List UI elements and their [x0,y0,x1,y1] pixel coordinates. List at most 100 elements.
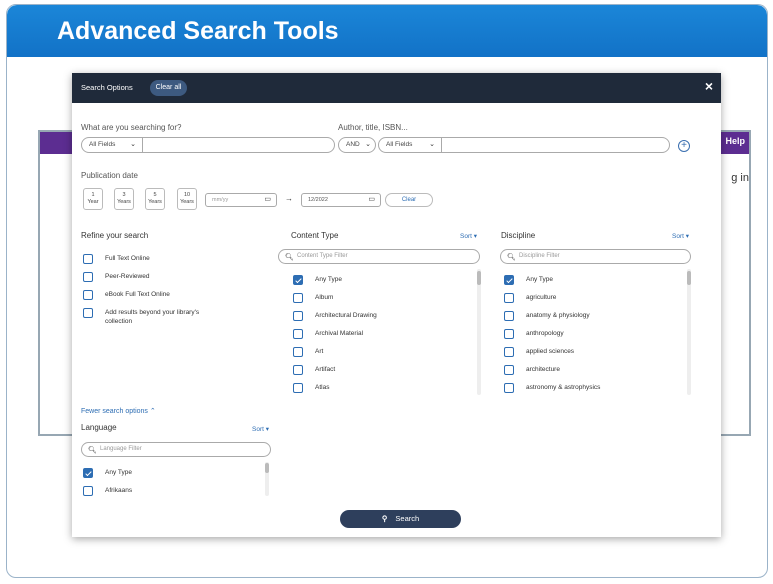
discipline-title: Discipline [501,231,536,240]
refine-item[interactable]: Peer-Reviewed [83,272,253,282]
checkbox[interactable] [504,329,514,339]
content-type-label: Atlas [315,384,330,391]
chevron-down-icon: ⌄ [130,141,136,148]
checkbox[interactable] [83,308,93,318]
search-icon: ⚲ [381,514,388,523]
language-label: Any Type [105,469,132,476]
discipline-filter[interactable]: 🔍︎ Discipline Filter [500,249,691,264]
discipline-item[interactable]: astronomy & astrophysics [504,383,674,393]
content-type-label: Any Type [315,276,342,283]
title-banner: Advanced Search Tools [7,5,767,57]
refine-item[interactable]: eBook Full Text Online [83,290,253,300]
year-button-1[interactable]: 1 Year [83,188,103,210]
date-clear-button[interactable]: Clear [385,193,433,207]
checkbox[interactable] [504,383,514,393]
content-type-item[interactable]: Album [293,293,463,303]
author-input[interactable] [443,138,667,152]
checkbox[interactable] [293,293,303,303]
checkbox[interactable] [83,486,93,496]
clear-all-button[interactable]: Clear all [150,80,187,96]
search-button[interactable]: ⚲ Search [340,510,461,528]
checkbox[interactable] [293,365,303,375]
checkbox[interactable] [504,365,514,375]
year-num: 3 [122,192,126,198]
content-type-item[interactable]: Any Type [293,275,463,285]
author-field-select[interactable]: All Fields ⌄ [379,138,439,152]
language-item[interactable]: Afrikaans [83,486,253,496]
search-icon: 🔍︎ [507,254,516,261]
sort-label: Sort [252,426,264,433]
login-link[interactable]: g in [731,172,749,184]
chevron-down-icon: ⌄ [365,141,371,148]
discipline-label: architecture [526,366,560,373]
discipline-scrollbar[interactable] [687,271,691,285]
checkbox[interactable] [83,272,93,282]
language-filter[interactable]: 🔍︎ Language Filter [81,442,271,457]
checkbox[interactable] [83,290,93,300]
content-type-item[interactable]: Art [293,347,463,357]
help-link[interactable]: Help [725,136,745,146]
checkbox[interactable] [83,254,93,264]
discipline-sort[interactable]: Sort ▾ [672,232,689,240]
discipline-item[interactable]: applied sciences [504,347,674,357]
arrow-right-icon: → [285,194,293,203]
refine-item[interactable]: Add results beyond your library's collec… [83,308,253,328]
search-options-modal: Search Options Clear all × What are you … [72,73,721,537]
year-unit: Year [87,199,99,205]
filter-placeholder: Discipline Filter [519,253,560,259]
operator-value: AND [346,141,360,148]
fewer-search-options-link[interactable]: Fewer search options ⌃ [81,407,156,415]
query-field-select[interactable]: All Fields ⌄ [82,138,140,152]
discipline-item[interactable]: anatomy & physiology [504,311,674,321]
content-type-item[interactable]: Architectural Drawing [293,311,463,321]
year-button-10[interactable]: 10 Years [177,188,197,210]
content-type-scrollbar-track[interactable] [477,269,481,395]
language-sort[interactable]: Sort ▾ [252,425,269,433]
year-unit: Years [148,199,162,205]
add-row-plus-icon[interactable]: + [678,140,690,152]
content-type-item[interactable]: Artifact [293,365,463,375]
content-type-label: Architectural Drawing [315,312,377,319]
operator-select-inner: AND ⌄ [339,138,375,152]
checkbox[interactable] [504,293,514,303]
content-type-item[interactable]: Atlas [293,383,463,393]
discipline-label: applied sciences [526,348,575,355]
checkbox-checked[interactable] [83,468,93,478]
checkbox[interactable] [504,347,514,357]
checkbox[interactable] [293,311,303,321]
content-type-scrollbar[interactable] [477,271,481,285]
calendar-icon[interactable]: ▭ [264,194,271,206]
year-button-3[interactable]: 3 Years [114,188,134,210]
language-item[interactable]: Any Type [83,468,253,478]
content-type-sort[interactable]: Sort ▾ [460,232,477,240]
date-from-input[interactable]: mm/yy ▭ [205,193,277,207]
refine-item[interactable]: Full Text Online [83,254,253,264]
date-from-placeholder: mm/yy [212,197,229,203]
checkbox[interactable] [293,329,303,339]
checkbox[interactable] [293,383,303,393]
discipline-item[interactable]: anthropology [504,329,674,339]
query-field-select-value: All Fields [89,141,116,148]
checkbox-checked[interactable] [504,275,514,285]
close-icon[interactable]: × [705,78,713,94]
checkbox[interactable] [293,347,303,357]
operator-select[interactable]: AND ⌄ [338,137,376,153]
discipline-item[interactable]: Any Type [504,275,674,285]
discipline-item[interactable]: agriculture [504,293,674,303]
discipline-item[interactable]: architecture [504,365,674,375]
year-button-5[interactable]: 5 Years [145,188,165,210]
content-type-item[interactable]: Archival Material [293,329,463,339]
checkbox[interactable] [504,311,514,321]
query-input[interactable] [144,138,332,152]
calendar-icon[interactable]: ▭ [368,194,375,206]
content-type-filter[interactable]: 🔍︎ Content Type Filter [278,249,480,264]
discipline-scrollbar-track[interactable] [687,269,691,395]
date-to-input[interactable]: 12/2022 ▭ [301,193,381,207]
modal-title: Search Options [81,83,133,92]
author-field: All Fields ⌄ [378,137,670,153]
search-icon: 🔍︎ [88,447,97,454]
checkbox-checked[interactable] [293,275,303,285]
year-unit: Years [117,199,131,205]
author-label: Author, title, ISBN... [338,123,408,132]
language-scrollbar[interactable] [265,463,269,473]
